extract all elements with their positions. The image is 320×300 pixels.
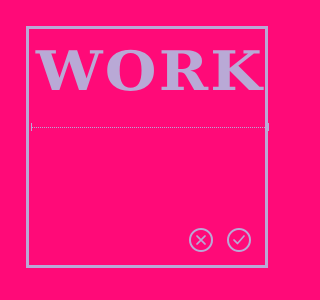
card-title: WORK (35, 39, 265, 103)
close-icon (196, 235, 206, 245)
cancel-button[interactable] (189, 228, 213, 252)
check-icon (233, 235, 245, 245)
divider-line (31, 127, 269, 128)
divider-left-tick (31, 123, 32, 131)
divider-right-tick (268, 123, 269, 131)
confirm-button[interactable] (227, 228, 251, 252)
